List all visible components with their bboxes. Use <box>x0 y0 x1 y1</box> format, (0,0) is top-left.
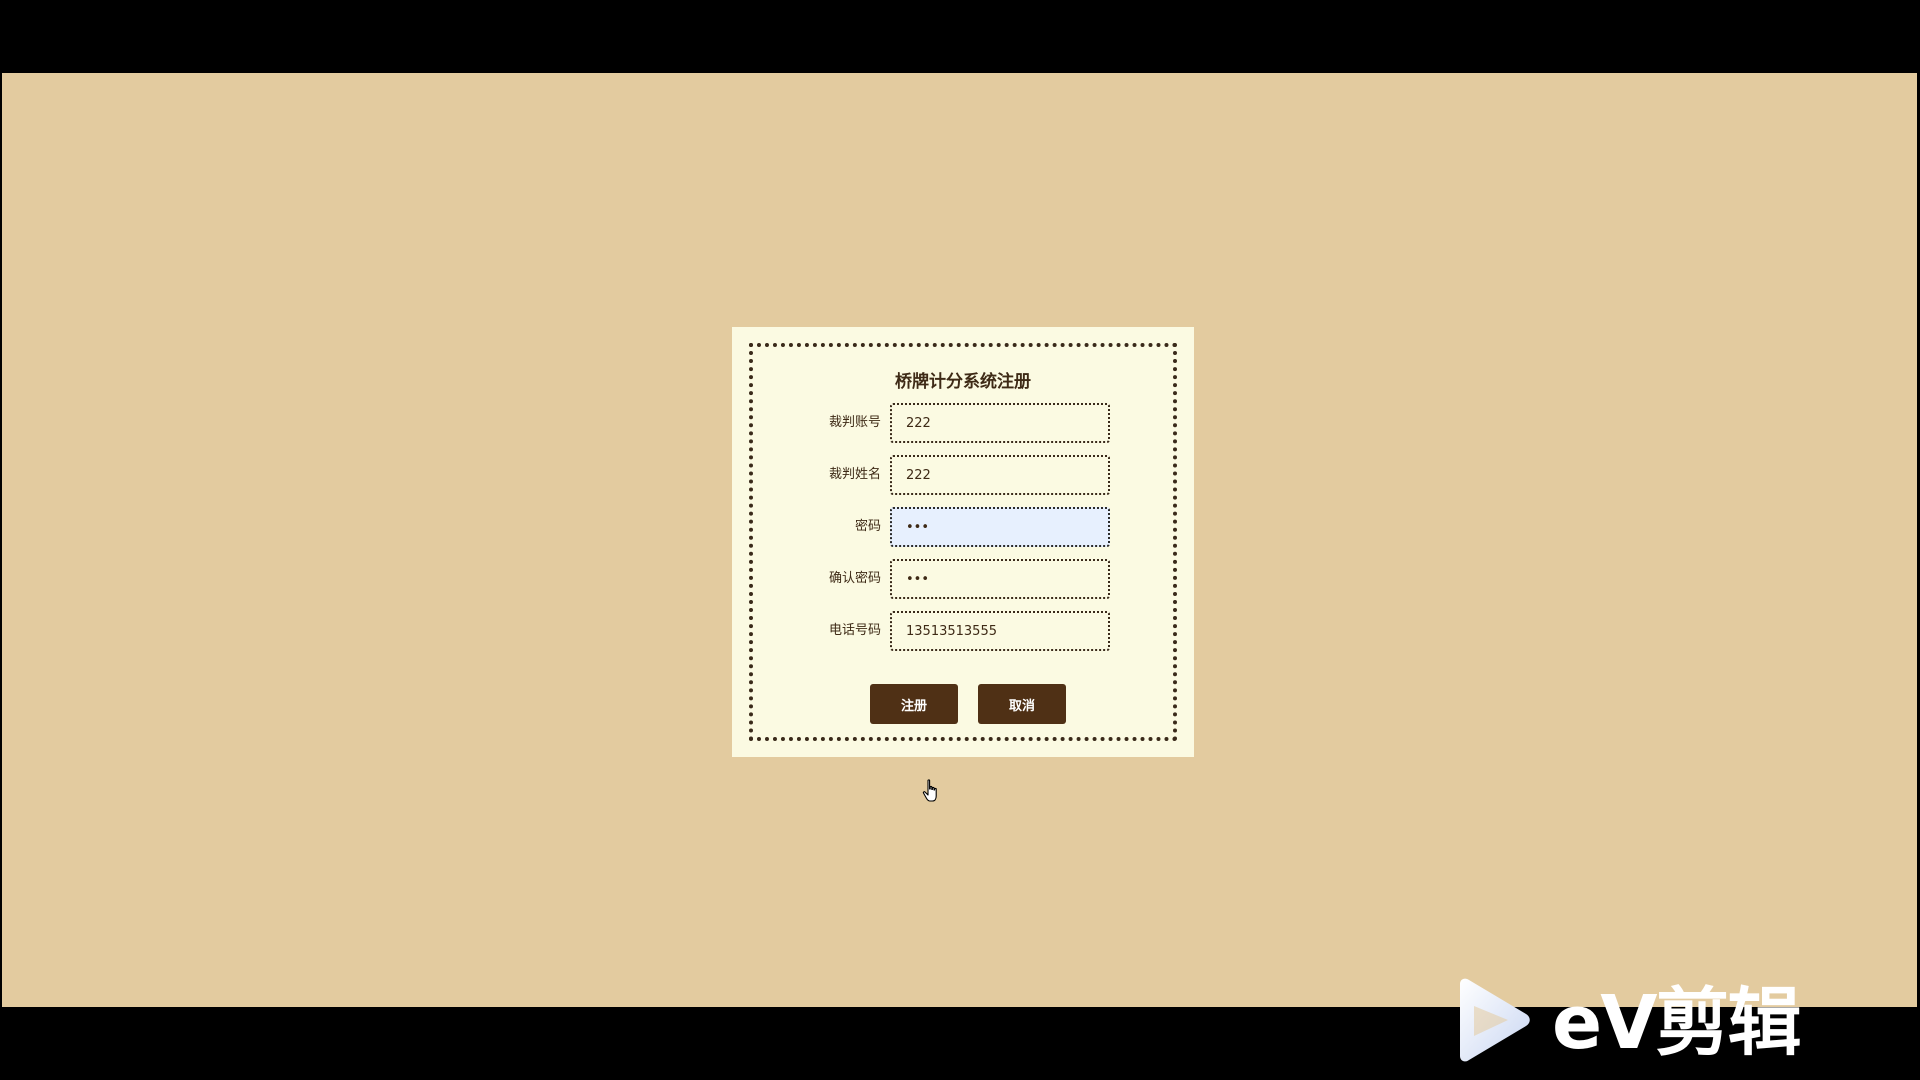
field-row-name: 裁判姓名 <box>753 455 1173 495</box>
confirm-password-label: 确认密码 <box>828 571 881 586</box>
play-logo-icon <box>1460 978 1530 1062</box>
field-row-confirm-password: 确认密码 <box>753 559 1173 599</box>
confirm-password-input[interactable] <box>890 559 1110 599</box>
account-label: 裁判账号 <box>828 415 881 430</box>
field-row-password: 密码 <box>753 507 1173 547</box>
name-label: 裁判姓名 <box>828 467 881 482</box>
hand-pointer-cursor-icon <box>922 779 937 802</box>
register-card: 桥牌计分系统注册 裁判账号 裁判姓名 密码 确认密码 电话号码 注 <box>732 327 1194 757</box>
form-title: 桥牌计分系统注册 <box>895 372 1031 392</box>
ev-watermark: eV剪辑 <box>1452 978 1832 1068</box>
field-row-phone: 电话号码 <box>753 611 1173 651</box>
register-button[interactable]: 注册 <box>870 684 958 724</box>
register-form: 桥牌计分系统注册 裁判账号 裁判姓名 密码 确认密码 电话号码 注 <box>749 343 1177 741</box>
password-input[interactable] <box>890 507 1110 547</box>
account-input[interactable] <box>890 403 1110 443</box>
cancel-button[interactable]: 取消 <box>978 684 1066 724</box>
name-input[interactable] <box>890 455 1110 495</box>
watermark-text: eV剪辑 <box>1552 980 1801 1066</box>
password-label: 密码 <box>854 519 881 534</box>
phone-input[interactable] <box>890 611 1110 651</box>
field-row-account: 裁判账号 <box>753 403 1173 443</box>
phone-label: 电话号码 <box>828 623 881 638</box>
app-screen: 桥牌计分系统注册 裁判账号 裁判姓名 密码 确认密码 电话号码 注 <box>2 73 1917 1066</box>
